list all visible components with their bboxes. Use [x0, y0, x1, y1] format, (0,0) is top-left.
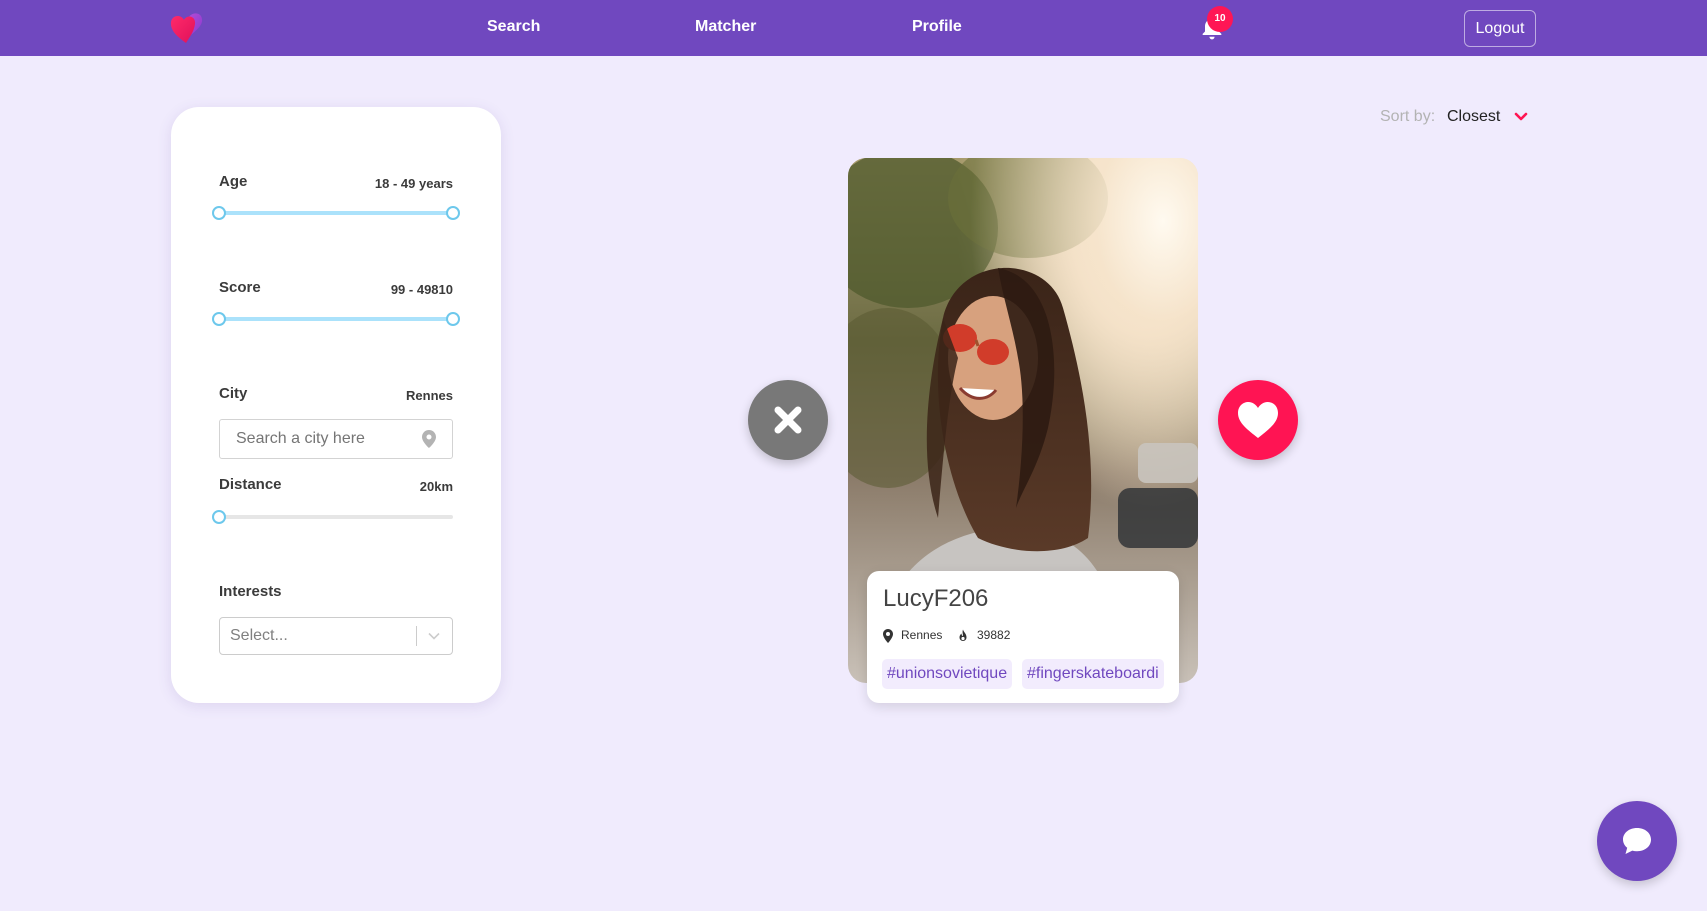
logout-button[interactable]: Logout: [1464, 10, 1536, 47]
sort-by-label: Sort by:: [1380, 108, 1436, 125]
score-filter-label: Score: [219, 279, 261, 296]
score-range-slider[interactable]: [212, 312, 460, 326]
interests-filter-label: Interests: [219, 583, 282, 600]
city-filter-value: Rennes: [406, 388, 453, 403]
top-navbar: Search Matcher Profile 10 Logout: [0, 0, 1707, 56]
city-filter-label: City: [219, 385, 248, 402]
profile-info-card[interactable]: LucyF206 Rennes 39882 #unionsovietique #…: [867, 571, 1179, 703]
city-search-field: [219, 419, 453, 459]
double-heart-logo-icon[interactable]: [168, 9, 208, 45]
score-max-handle[interactable]: [446, 312, 460, 326]
profile-username: LucyF206: [883, 585, 989, 612]
interest-tag[interactable]: #unionsovietique: [882, 659, 1013, 689]
distance-handle[interactable]: [212, 510, 226, 524]
age-min-handle[interactable]: [212, 206, 226, 220]
interests-select[interactable]: Select...: [219, 617, 453, 655]
slider-track: [219, 317, 453, 321]
nav-matcher-link[interactable]: Matcher: [695, 0, 756, 56]
age-range-slider[interactable]: [212, 206, 460, 220]
map-pin-icon: [422, 430, 436, 448]
interest-tag[interactable]: #fingerskateboardi: [1022, 659, 1164, 689]
profile-city: Rennes: [901, 628, 943, 642]
distance-filter-label: Distance: [219, 476, 282, 493]
distance-slider[interactable]: [212, 510, 453, 524]
notification-count-badge: 10: [1207, 6, 1233, 32]
nav-profile-link[interactable]: Profile: [912, 0, 962, 56]
city-search-input[interactable]: [220, 420, 420, 458]
age-filter-value: 18 - 49 years: [374, 176, 453, 191]
distance-filter-value: 20km: [419, 479, 453, 494]
close-icon: [774, 406, 802, 434]
map-pin-icon: [883, 629, 893, 643]
like-button[interactable]: [1218, 380, 1298, 460]
age-max-handle[interactable]: [446, 206, 460, 220]
search-filters-panel: Age 18 - 49 years Score 99 - 49810 City …: [171, 107, 501, 703]
profile-score: 39882: [977, 628, 1011, 642]
slider-rail: [219, 515, 453, 519]
score-filter-value: 99 - 49810: [390, 282, 453, 297]
chat-button[interactable]: [1597, 801, 1677, 881]
sort-by-value[interactable]: Closest: [1447, 108, 1500, 126]
chevron-down-icon[interactable]: [1513, 110, 1529, 124]
heart-icon: [1238, 402, 1278, 438]
select-separator: [416, 626, 417, 646]
chevron-down-icon[interactable]: [427, 629, 441, 643]
age-filter-label: Age: [219, 173, 248, 190]
score-min-handle[interactable]: [212, 312, 226, 326]
slider-track: [219, 211, 453, 215]
nav-search-link[interactable]: Search: [487, 0, 540, 56]
flame-icon: [959, 629, 967, 641]
reject-button[interactable]: [748, 380, 828, 460]
chat-bubble-icon: [1623, 828, 1651, 854]
interests-select-placeholder: Select...: [230, 627, 288, 644]
